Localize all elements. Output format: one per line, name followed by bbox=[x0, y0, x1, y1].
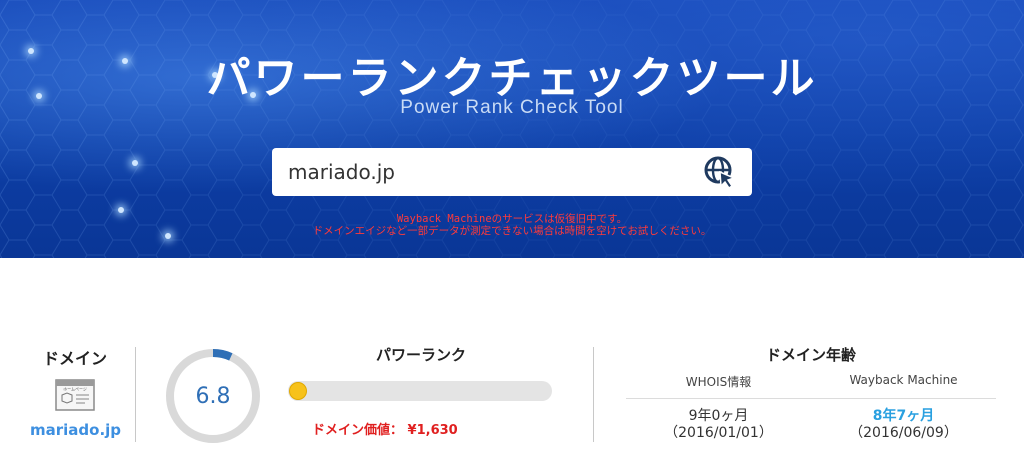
domain-link[interactable]: mariado.jp bbox=[30, 421, 121, 439]
whois-header: WHOIS情報 bbox=[685, 375, 752, 389]
homepage-window-icon: ホームページ bbox=[55, 379, 95, 411]
glow-dot bbox=[132, 160, 138, 166]
score-value: 6.8 bbox=[195, 383, 231, 409]
domain-value: ドメイン価値： ¥1,630 bbox=[312, 419, 554, 438]
page-subtitle: Power Rank Check Tool bbox=[400, 97, 624, 118]
svg-text:ホームページ: ホームページ bbox=[63, 386, 87, 392]
domain-age-row: 9年0ヶ月 （2016/01/01） 8年7ヶ月 （2016/06/09） bbox=[626, 408, 996, 442]
domain-label: ドメイン bbox=[42, 349, 107, 368]
domain-age-column: ドメイン年齢 WHOIS情報 Wayback Machine 9年0ヶ月 （20… bbox=[626, 344, 996, 442]
power-rank-bar bbox=[288, 381, 552, 401]
notice-line-1: Wayback Machineのサービスは仮復旧中です。 bbox=[396, 213, 628, 225]
divider bbox=[593, 347, 594, 442]
notice-line-2: ドメインエイジなど一部データが測定できない場合は時間を空けてお試しください。 bbox=[312, 225, 712, 237]
wayback-header: Wayback Machine bbox=[849, 373, 958, 387]
domain-value-amount: ¥1,630 bbox=[407, 423, 458, 438]
whois-cell: 9年0ヶ月 （2016/01/01） bbox=[626, 408, 811, 442]
domain-age-title: ドメイン年齢 bbox=[765, 346, 856, 364]
wayback-age: 8年7ヶ月 bbox=[872, 408, 935, 424]
power-rank-knob bbox=[289, 382, 307, 400]
divider bbox=[135, 347, 136, 442]
wayback-cell: 8年7ヶ月 （2016/06/09） bbox=[811, 408, 996, 442]
service-notice: Wayback Machineのサービスは仮復旧中です。 ドメインエイジなど一部… bbox=[0, 213, 1024, 237]
domain-value-label: ドメイン価値： bbox=[312, 423, 404, 438]
whois-age: 9年0ヶ月 bbox=[688, 408, 749, 424]
hero-banner: パワーランクチェックツール Power Rank Check Tool Wayb… bbox=[0, 0, 1024, 258]
whois-date: （2016/01/01） bbox=[664, 425, 773, 441]
score-gauge: 6.8 bbox=[163, 346, 263, 446]
domain-search-box bbox=[272, 148, 752, 196]
check-button[interactable] bbox=[702, 154, 738, 190]
domain-age-header: WHOIS情報 Wayback Machine bbox=[626, 373, 996, 399]
domain-input[interactable] bbox=[288, 160, 702, 184]
globe-cursor-icon bbox=[704, 156, 737, 189]
power-rank-title: パワーランク bbox=[375, 346, 466, 364]
domain-column: ドメイン ホームページ mariado.jp bbox=[30, 345, 121, 439]
power-rank-column: パワーランク ドメイン価値： ¥1,630 bbox=[288, 344, 554, 438]
wayback-date: （2016/06/09） bbox=[849, 425, 958, 441]
